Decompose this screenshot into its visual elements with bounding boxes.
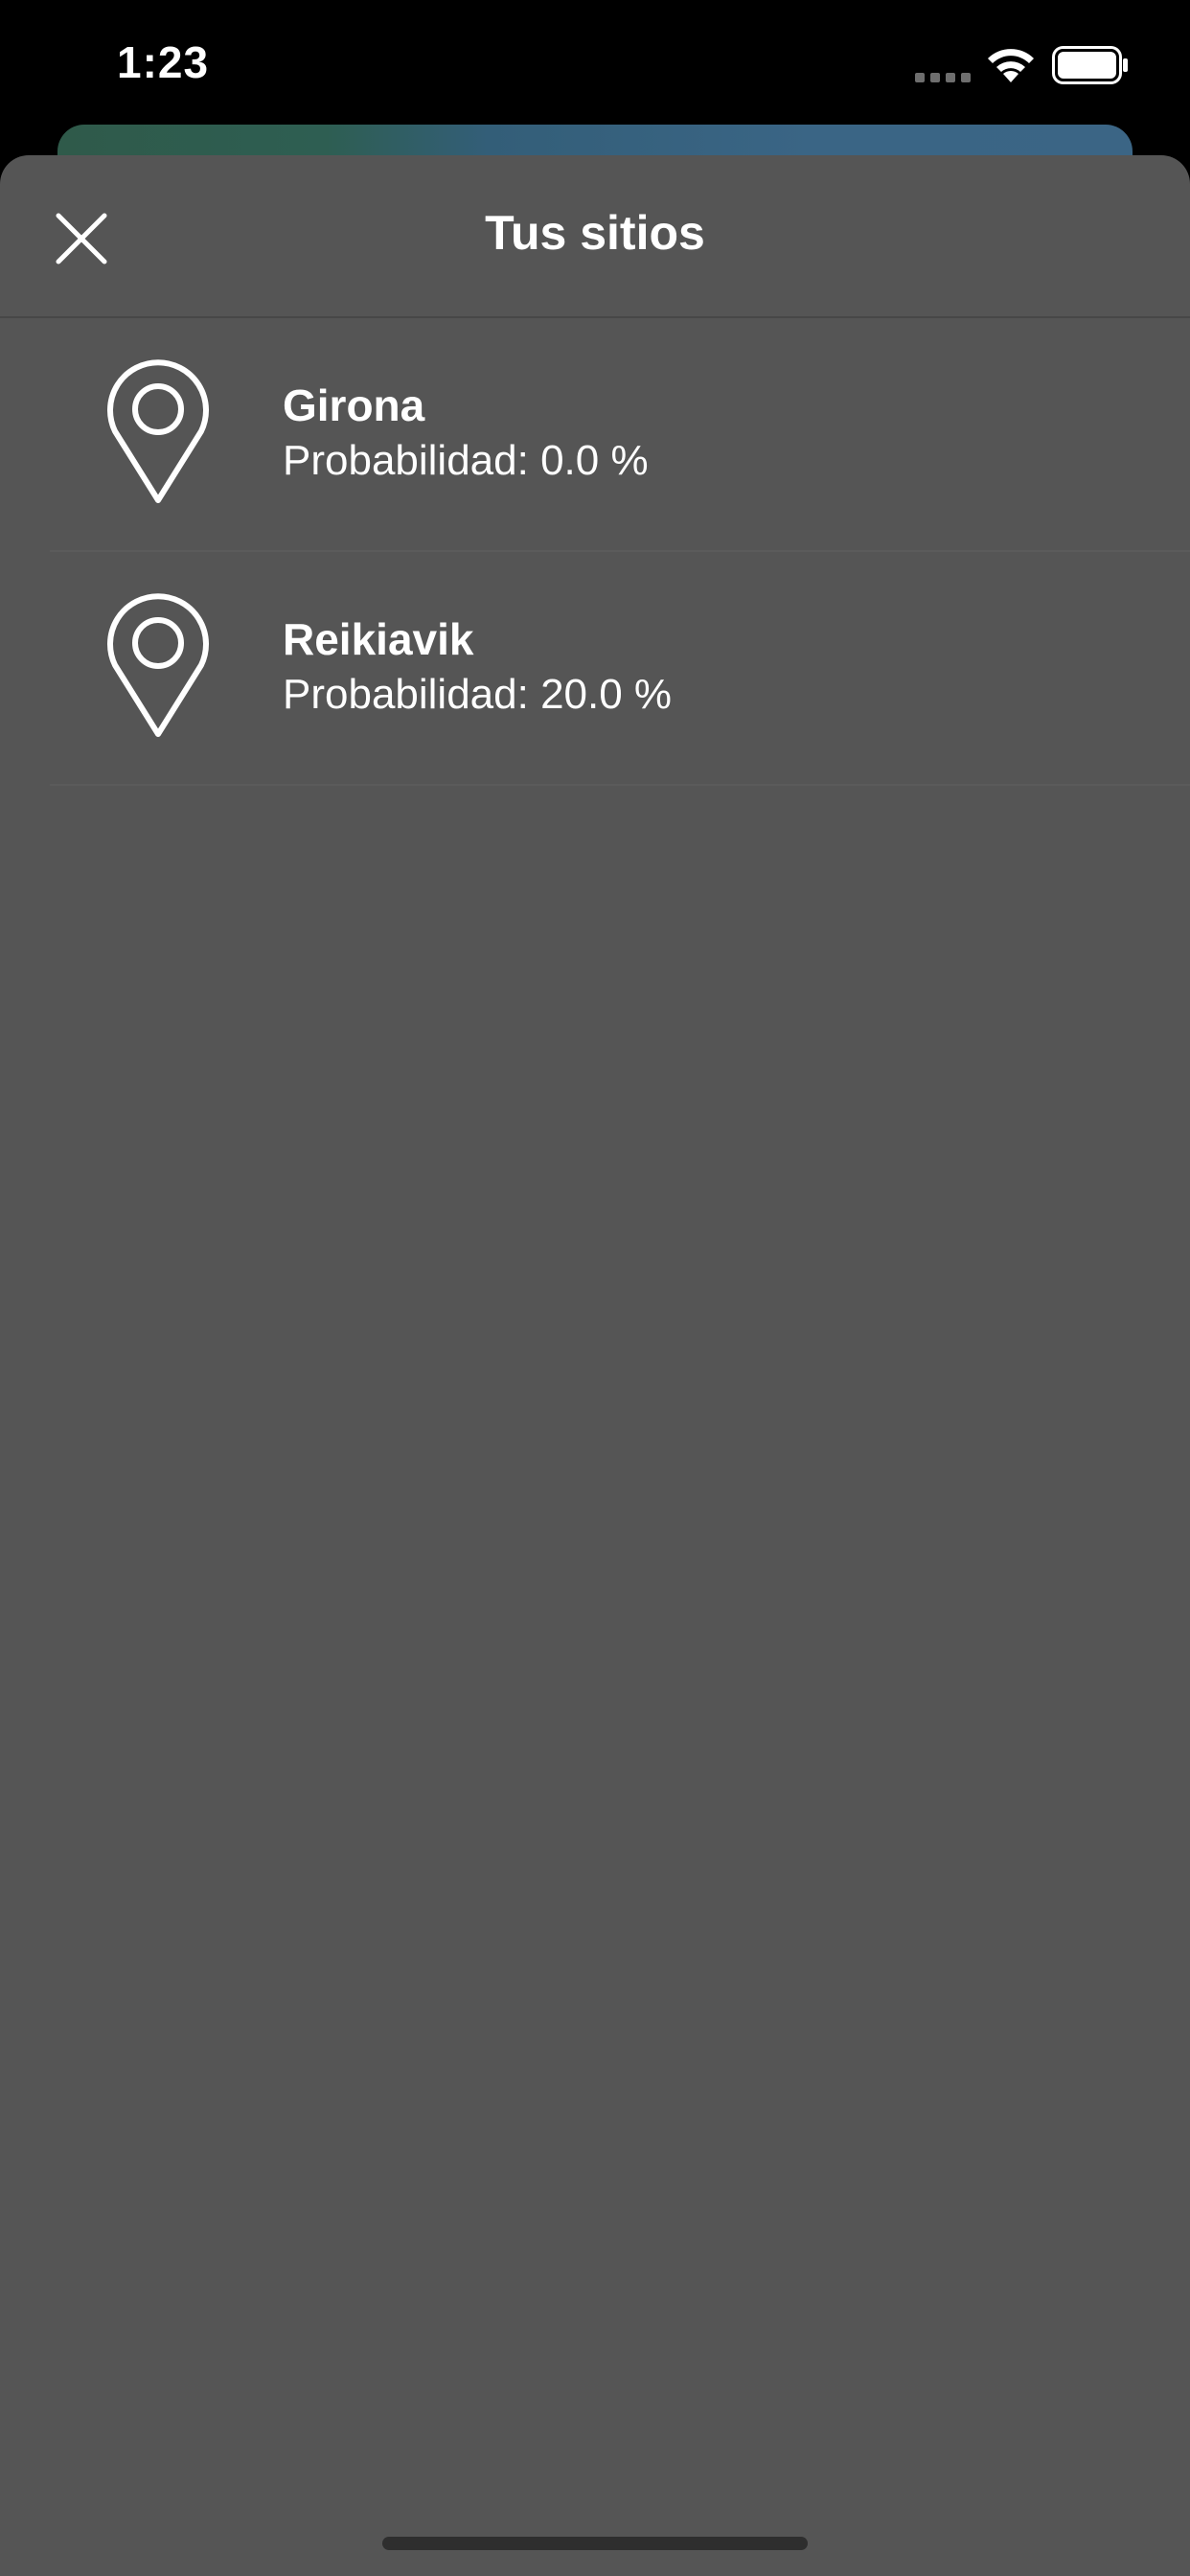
list-item[interactable]: Girona Probabilidad: 0.0 % bbox=[0, 318, 1190, 552]
places-sheet: Tus sitios Girona Probabilidad: 0.0 % Re… bbox=[0, 155, 1190, 2576]
place-name: Reikiavik bbox=[283, 614, 474, 664]
map-pin-icon bbox=[107, 593, 209, 737]
battery-icon bbox=[1052, 46, 1128, 84]
home-indicator[interactable] bbox=[382, 2537, 808, 2550]
place-name: Girona bbox=[283, 380, 425, 430]
status-time: 1:23 bbox=[117, 37, 210, 87]
place-probability: Probabilidad: 0.0 % bbox=[283, 437, 649, 484]
page-title: Tus sitios bbox=[485, 206, 705, 260]
place-probability: Probabilidad: 20.0 % bbox=[283, 671, 673, 718]
cellular-signal-icon bbox=[915, 73, 971, 82]
row-divider bbox=[50, 784, 1190, 786]
map-pin-icon bbox=[107, 359, 209, 503]
status-bar: 1:23 bbox=[0, 0, 1190, 125]
wifi-icon bbox=[988, 49, 1034, 82]
list-item[interactable]: Reikiavik Probabilidad: 20.0 % bbox=[0, 552, 1190, 786]
sheet-header: Tus sitios bbox=[0, 155, 1190, 318]
places-list: Girona Probabilidad: 0.0 % Reikiavik Pro… bbox=[0, 318, 1190, 786]
app-screen: 1:23 Tus sitios Girona Probabilidad: 0.0… bbox=[0, 0, 1190, 2576]
